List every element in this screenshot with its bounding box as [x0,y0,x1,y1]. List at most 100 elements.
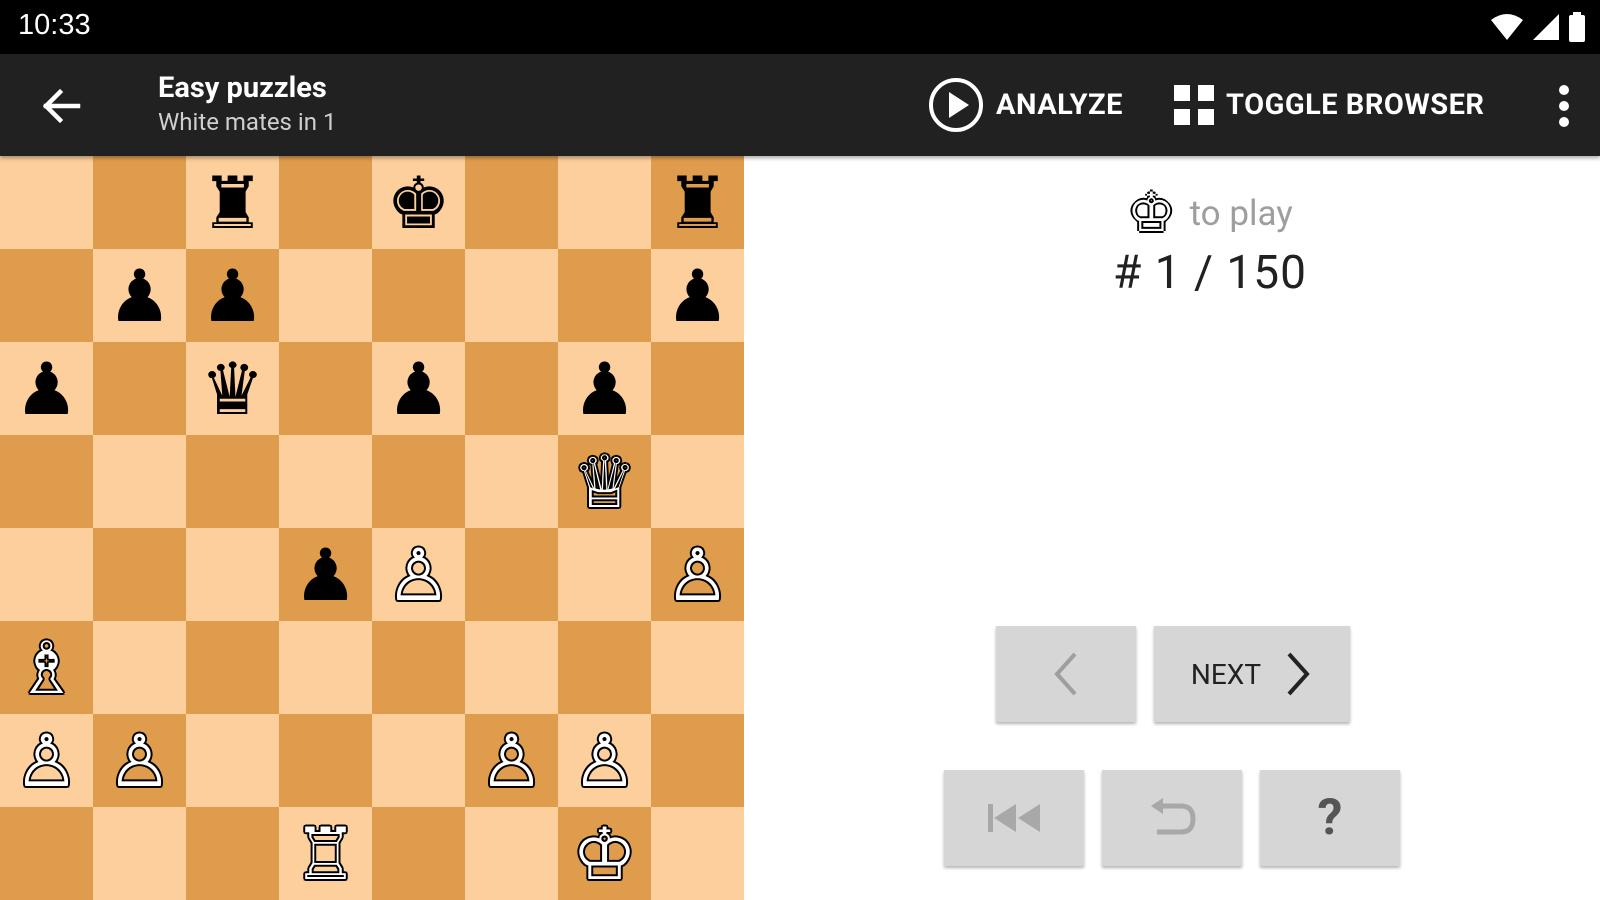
square-h8[interactable]: ♜ [651,156,744,249]
square-g8[interactable] [558,156,651,249]
white-pawn-piece[interactable]: ♙ [479,725,544,797]
undo-button[interactable] [1102,770,1242,866]
square-g5[interactable]: ♕ [558,435,651,528]
square-d3[interactable] [279,621,372,714]
square-d6[interactable] [279,342,372,435]
black-rook-piece[interactable]: ♜ [200,167,265,239]
white-king-piece[interactable]: ♔ [572,818,637,890]
square-b3[interactable] [93,621,186,714]
next-puzzle-button[interactable]: NEXT [1154,626,1350,722]
white-pawn-piece[interactable]: ♙ [572,725,637,797]
square-b5[interactable] [93,435,186,528]
square-f7[interactable] [465,249,558,342]
square-b2[interactable]: ♙ [93,714,186,807]
black-pawn-piece[interactable]: ♟ [14,353,79,425]
square-e6[interactable]: ♟ [372,342,465,435]
square-h4[interactable]: ♙ [651,528,744,621]
white-pawn-piece[interactable]: ♙ [107,725,172,797]
square-a6[interactable]: ♟ [0,342,93,435]
square-h5[interactable] [651,435,744,528]
square-d4[interactable]: ♟ [279,528,372,621]
square-a1[interactable] [0,807,93,900]
square-b6[interactable] [93,342,186,435]
square-b8[interactable] [93,156,186,249]
white-pawn-piece[interactable]: ♙ [386,539,451,611]
square-e5[interactable] [372,435,465,528]
white-bishop-piece[interactable]: ♗ [14,632,79,704]
square-h7[interactable]: ♟ [651,249,744,342]
square-a8[interactable] [0,156,93,249]
square-f5[interactable] [465,435,558,528]
square-d2[interactable] [279,714,372,807]
previous-puzzle-button[interactable] [996,626,1136,722]
toggle-browser-button[interactable]: TOGGLE BROWSER [1174,76,1485,134]
white-rook-piece[interactable]: ♖ [293,818,358,890]
square-a3[interactable]: ♗ [0,621,93,714]
white-pawn-piece[interactable]: ♙ [14,725,79,797]
square-e3[interactable] [372,621,465,714]
square-e1[interactable] [372,807,465,900]
square-c2[interactable] [186,714,279,807]
more-vert-icon[interactable] [1556,84,1572,128]
square-b1[interactable] [93,807,186,900]
square-h1[interactable] [651,807,744,900]
square-g4[interactable] [558,528,651,621]
white-king-icon: ♔ [1127,181,1176,244]
black-pawn-piece[interactable]: ♟ [386,353,451,425]
square-c6[interactable]: ♛ [186,342,279,435]
black-pawn-piece[interactable]: ♟ [293,539,358,611]
white-pawn-piece[interactable]: ♙ [665,539,730,611]
white-queen-piece[interactable]: ♕ [572,446,637,518]
square-g1[interactable]: ♔ [558,807,651,900]
square-e2[interactable] [372,714,465,807]
square-b4[interactable] [93,528,186,621]
square-h6[interactable] [651,342,744,435]
restart-button[interactable] [944,770,1084,866]
square-a5[interactable] [0,435,93,528]
square-f8[interactable] [465,156,558,249]
square-d5[interactable] [279,435,372,528]
square-c8[interactable]: ♜ [186,156,279,249]
square-c4[interactable] [186,528,279,621]
square-g6[interactable]: ♟ [558,342,651,435]
hint-button[interactable]: ? [1260,770,1400,866]
analyze-button[interactable]: ANALYZE [928,76,1123,134]
square-g2[interactable]: ♙ [558,714,651,807]
square-f1[interactable] [465,807,558,900]
square-c5[interactable] [186,435,279,528]
to-play-label: to play [1189,192,1293,234]
square-g3[interactable] [558,621,651,714]
square-h2[interactable] [651,714,744,807]
square-a4[interactable] [0,528,93,621]
square-f2[interactable]: ♙ [465,714,558,807]
square-c7[interactable]: ♟ [186,249,279,342]
square-d8[interactable] [279,156,372,249]
square-d7[interactable] [279,249,372,342]
black-pawn-piece[interactable]: ♟ [665,260,730,332]
square-a2[interactable]: ♙ [0,714,93,807]
square-f6[interactable] [465,342,558,435]
square-h3[interactable] [651,621,744,714]
status-bar: 10:33 [0,0,1600,54]
square-f4[interactable] [465,528,558,621]
black-king-piece[interactable]: ♚ [386,167,451,239]
black-pawn-piece[interactable]: ♟ [107,260,172,332]
square-a7[interactable] [0,249,93,342]
app-bar-titles: Easy puzzles White mates in 1 [158,70,336,138]
black-pawn-piece[interactable]: ♟ [200,260,265,332]
black-rook-piece[interactable]: ♜ [665,167,730,239]
square-c3[interactable] [186,621,279,714]
chess-board[interactable]: ♜ ♚ ♜ ♟ ♟ ♟ ♟ ♛ ♟ ♟ ♕ ♟ ♙ ♙ ♗ ♙ ♙ ♙ ♙ ♖ ♔ [0,156,744,900]
square-d1[interactable]: ♖ [279,807,372,900]
square-e4[interactable]: ♙ [372,528,465,621]
puzzle-counter: # 1 / 150 [1113,246,1307,300]
square-g7[interactable] [558,249,651,342]
square-e8[interactable]: ♚ [372,156,465,249]
square-b7[interactable]: ♟ [93,249,186,342]
back-arrow-icon[interactable] [38,84,82,128]
square-c1[interactable] [186,807,279,900]
black-queen-piece[interactable]: ♛ [200,353,265,425]
square-f3[interactable] [465,621,558,714]
square-e7[interactable] [372,249,465,342]
black-pawn-piece[interactable]: ♟ [572,353,637,425]
